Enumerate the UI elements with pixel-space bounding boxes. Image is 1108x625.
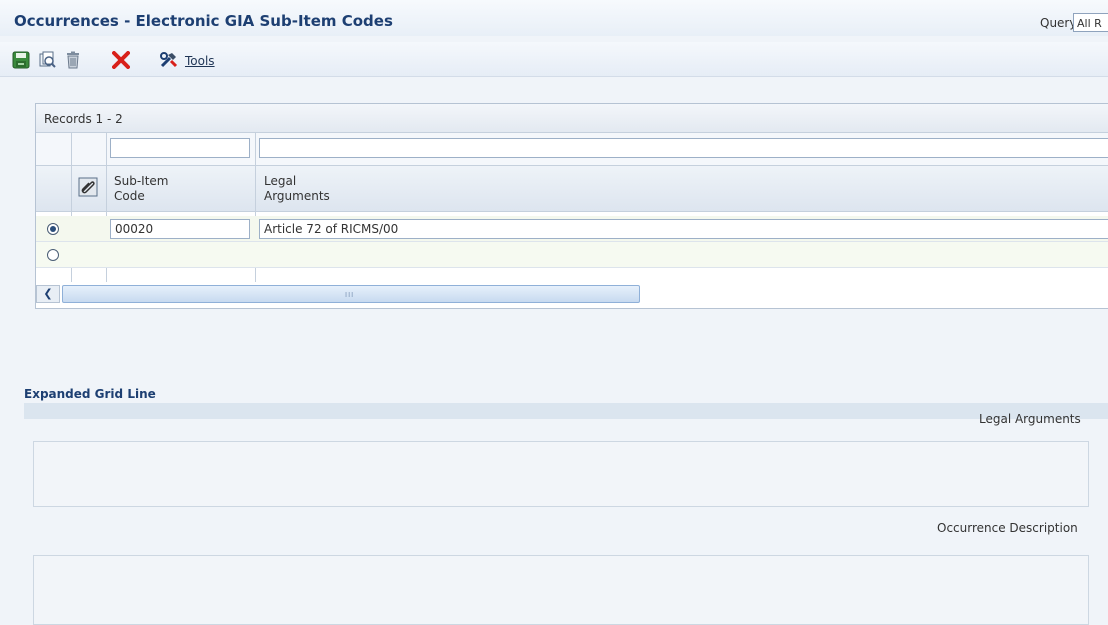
grid-header: Sub-Item Code Legal Arguments (36, 166, 1108, 212)
scroll-left-arrow-icon[interactable]: ❮ (36, 285, 60, 303)
sub-item-code-cell[interactable]: 00020 (110, 219, 250, 239)
occurrence-description-label: Occurrence Description (937, 521, 1078, 535)
section-title: Expanded Grid Line (24, 387, 156, 401)
col-header-legal-arguments[interactable]: Legal Arguments (264, 174, 330, 204)
records-grid: Records 1 - 2 Sub-Item Code Legal Argume… (35, 103, 1108, 309)
col-header-sub-item-code[interactable]: Sub-Item Code (114, 174, 169, 204)
copy-icon[interactable] (38, 51, 56, 69)
table-row[interactable]: 00020 Article 72 of RICMS/00 (36, 216, 1108, 242)
scroll-grip: III (345, 291, 355, 299)
records-bar: Records 1 - 2 (36, 104, 1108, 133)
row-select-radio[interactable] (47, 223, 59, 235)
attachment-icon (78, 177, 98, 197)
save-icon[interactable] (12, 51, 30, 69)
occurrence-description-textarea[interactable] (33, 555, 1089, 625)
title-bar: Occurrences - Electronic GIA Sub-Item Co… (0, 0, 1108, 36)
filter-sub-item-code[interactable] (110, 138, 250, 158)
delete-trash-icon[interactable] (64, 51, 82, 69)
section-divider-bar (24, 403, 1108, 419)
tools-menu[interactable]: Tools (185, 54, 215, 68)
records-count: Records 1 - 2 (44, 112, 123, 126)
query-by-example-row (36, 133, 1108, 166)
row-select-radio[interactable] (47, 249, 59, 261)
query-select[interactable]: All R (1073, 13, 1108, 32)
page-title: Occurrences - Electronic GIA Sub-Item Co… (14, 12, 393, 30)
toolbar: Tools (0, 42, 1108, 77)
legal-arguments-label: Legal Arguments (979, 412, 1081, 426)
horizontal-scrollbar[interactable]: ❮ III (36, 285, 640, 303)
scroll-thumb[interactable]: III (62, 285, 640, 303)
legal-arguments-cell[interactable]: Article 72 of RICMS/00 (259, 219, 1108, 239)
legal-arguments-textarea[interactable] (33, 441, 1089, 507)
tools-icon[interactable] (160, 51, 178, 69)
table-row[interactable] (36, 242, 1108, 268)
cancel-icon[interactable] (112, 51, 130, 69)
filter-legal-arguments[interactable] (259, 138, 1108, 158)
